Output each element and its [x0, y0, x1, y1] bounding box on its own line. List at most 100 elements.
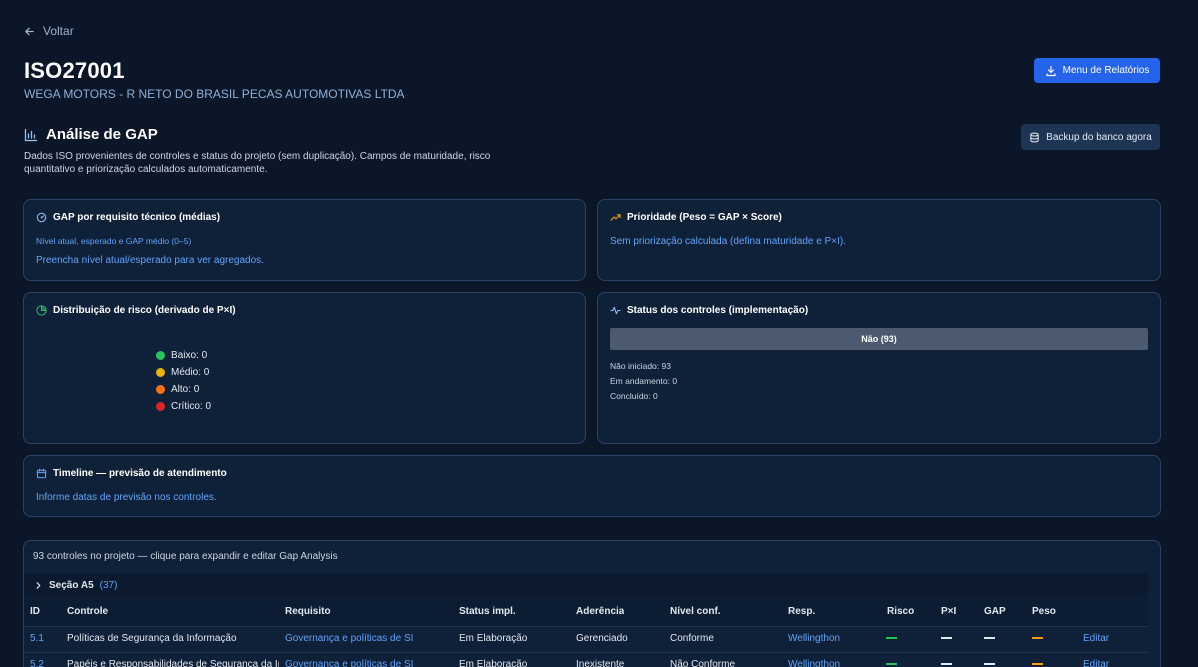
gap-by-requirement-empty-message: Preencha nível atual/esperado para ver a… [36, 255, 264, 266]
reports-menu-button[interactable]: Menu de Relatórios [1034, 58, 1160, 83]
edit-control-button[interactable]: Editar [1083, 627, 1109, 651]
priority-title: Prioridade (Peso = GAP × Score) [627, 212, 782, 223]
download-icon [1046, 65, 1056, 76]
status-line-in-progress: Em andamento: 0 [610, 376, 678, 386]
risk-distribution-title: Distribuição de risco (derivado de P×I) [53, 305, 236, 316]
timeline-empty-message: Informe datas de previsão nos controles. [36, 492, 217, 503]
control-status: Em Elaboração [459, 659, 528, 667]
column-header-control[interactable]: Controle [67, 598, 108, 626]
table-row[interactable]: 5.1 Políticas de Segurança da Informação… [24, 626, 1148, 652]
risk-legend-critical: Crítico: 0 [156, 398, 211, 415]
bar-chart-icon [24, 128, 38, 141]
gap-by-requirement-subtitle: Nível atual, esperado e GAP médio (0–5) [36, 236, 192, 246]
column-header-adherence[interactable]: Aderência [576, 598, 624, 626]
control-id: 5.1 [30, 633, 44, 644]
column-header-gap[interactable]: GAP [984, 598, 1006, 626]
gap-empty-dash [984, 653, 995, 667]
legend-dot [156, 402, 165, 411]
status-line-completed: Concluído: 0 [610, 391, 658, 401]
pie-chart-icon [36, 305, 47, 316]
controls-status-title: Status dos controles (implementação) [627, 305, 809, 316]
control-requirement: Governança e políticas de SI [285, 633, 414, 644]
gap-by-requirement-title: GAP por requisito técnico (médias) [53, 212, 221, 223]
reports-menu-label: Menu de Relatórios [1062, 65, 1150, 76]
control-id: 5.2 [30, 659, 44, 667]
control-level: Não Conforme [670, 659, 736, 667]
controls-count-note: 93 controles no projeto — clique para ex… [33, 551, 338, 562]
priority-title-row: Prioridade (Peso = GAP × Score) [610, 212, 782, 223]
legend-label: Médio: 0 [171, 367, 210, 378]
column-header-pxi[interactable]: P×I [941, 598, 956, 626]
risk-legend-medium: Médio: 0 [156, 364, 211, 381]
control-adherence: Inexistente [576, 659, 625, 667]
controls-status-card: Status dos controles (implementação) Não… [597, 292, 1161, 444]
priority-empty-message: Sem priorização calculada (defina maturi… [610, 236, 846, 247]
column-header-level[interactable]: Nível conf. [670, 598, 721, 626]
risk-legend-high: Alto: 0 [156, 381, 211, 398]
legend-dot [156, 368, 165, 377]
calendar-icon [36, 468, 47, 479]
risk-legend-low: Baixo: 0 [156, 347, 211, 364]
page-title: ISO27001 [24, 58, 125, 83]
gap-analysis-description: Dados ISO provenientes de controles e st… [24, 151, 491, 175]
column-header-id[interactable]: ID [30, 598, 40, 626]
controls-status-title-row: Status dos controles (implementação) [610, 305, 808, 316]
table-header: ID Controle Requisito Status impl. Aderê… [24, 598, 1148, 626]
control-name: Políticas de Segurança da Informação [67, 633, 237, 644]
risk-empty-dash [886, 653, 897, 667]
gap-by-requirement-title-row: GAP por requisito técnico (médias) [36, 212, 220, 223]
timeline-title-row: Timeline — previsão de atendimento [36, 468, 227, 479]
gap-empty-dash [984, 627, 995, 651]
back-link[interactable]: Voltar [24, 24, 74, 38]
risk-empty-dash [886, 627, 897, 651]
trending-up-icon [610, 214, 621, 221]
status-counts: Não iniciado: 93 Em andamento: 0 Concluí… [610, 359, 677, 404]
weight-empty-dash [1032, 653, 1043, 667]
chevron-right-icon [36, 581, 41, 589]
gauge-icon [36, 212, 47, 223]
risk-distribution-title-row: Distribuição de risco (derivado de P×I) [36, 305, 236, 316]
risk-distribution-card: Distribuição de risco (derivado de P×I) … [23, 292, 586, 444]
gap-analysis-heading: Análise de GAP [24, 126, 158, 143]
pxi-empty-dash [941, 653, 952, 667]
activity-icon [610, 306, 621, 315]
control-name: Papéis e Responsabilidades de Segurança … [67, 659, 279, 667]
arrow-left-icon [25, 27, 34, 35]
status-line-not-started: Não iniciado: 93 [610, 361, 671, 371]
gap-analysis-title: Análise de GAP [46, 126, 158, 143]
column-header-owner[interactable]: Resp. [788, 598, 815, 626]
control-owner: Wellingthon [788, 659, 841, 667]
backup-database-label: Backup do banco agora [1046, 131, 1152, 143]
controls-table-card: 93 controles no projeto — clique para ex… [23, 540, 1161, 667]
column-header-requirement[interactable]: Requisito [285, 598, 331, 626]
backup-database-button[interactable]: Backup do banco agora [1021, 124, 1160, 150]
legend-label: Alto: 0 [171, 384, 200, 395]
section-label: Seção A5 [49, 579, 94, 591]
legend-dot [156, 351, 165, 360]
section-a5-toggle[interactable]: Seção A5 (37) [24, 573, 1160, 597]
risk-legend: Baixo: 0 Médio: 0 Alto: 0 Crítico: 0 [156, 347, 211, 415]
column-header-risk[interactable]: Risco [887, 598, 914, 626]
control-requirement: Governança e políticas de SI [285, 659, 414, 667]
gap-by-requirement-card: GAP por requisito técnico (médias) Nível… [23, 199, 586, 281]
priority-card: Prioridade (Peso = GAP × Score) Sem prio… [597, 199, 1161, 281]
status-bar-not-started[interactable]: Não (93) [610, 328, 1148, 350]
table-scrollbar[interactable] [1148, 573, 1160, 667]
edit-control-button[interactable]: Editar [1083, 653, 1109, 667]
pxi-empty-dash [941, 627, 952, 651]
timeline-title: Timeline — previsão de atendimento [53, 468, 227, 479]
control-level: Conforme [670, 633, 714, 644]
legend-dot [156, 385, 165, 394]
database-icon [1030, 132, 1039, 142]
company-name: WEGA MOTORS - R NETO DO BRASIL PECAS AUT… [24, 87, 405, 101]
back-label: Voltar [43, 24, 74, 38]
column-header-weight[interactable]: Peso [1032, 598, 1056, 626]
control-owner: Wellingthon [788, 633, 841, 644]
section-count: (37) [99, 579, 118, 591]
legend-label: Crítico: 0 [171, 401, 212, 412]
legend-label: Baixo: 0 [171, 350, 208, 361]
column-header-status[interactable]: Status impl. [459, 598, 516, 626]
weight-empty-dash [1032, 627, 1043, 651]
table-row[interactable]: 5.2 Papéis e Responsabilidades de Segura… [24, 652, 1148, 667]
control-status: Em Elaboração [459, 633, 528, 644]
